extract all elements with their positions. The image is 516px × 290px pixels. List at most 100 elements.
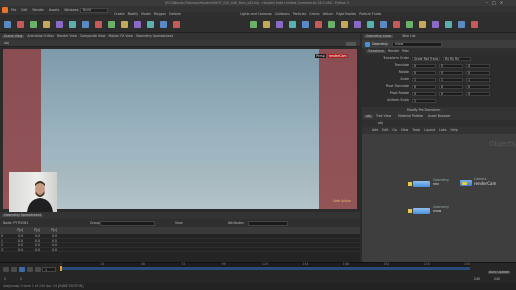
param-field[interactable]: 0 bbox=[412, 91, 436, 96]
tab-motion-fx[interactable]: Motion FX View bbox=[109, 34, 133, 38]
tab-animation-editor[interactable]: Animation Editor bbox=[27, 34, 54, 38]
tab-take-list[interactable]: Take List bbox=[402, 34, 416, 38]
param-field[interactable]: 0 bbox=[439, 70, 463, 75]
shelf-fx-tool-icon[interactable] bbox=[341, 21, 348, 28]
shelf-tool-icon[interactable] bbox=[30, 21, 37, 28]
tab-misc[interactable]: Misc bbox=[402, 49, 409, 53]
node-rain-body[interactable] bbox=[413, 181, 430, 187]
shelf-tab-collisions[interactable]: Collisions bbox=[275, 12, 290, 16]
tab-render-view[interactable]: Render View bbox=[57, 34, 77, 38]
shelf-tool-icon[interactable] bbox=[95, 21, 102, 28]
shelf-tool-icon[interactable] bbox=[134, 21, 141, 28]
shelf-fx-tool-icon[interactable] bbox=[354, 21, 361, 28]
jump-start-icon[interactable] bbox=[3, 267, 9, 272]
camera-menu[interactable]: renderCam bbox=[327, 54, 348, 59]
net-menu-edit[interactable]: Edit bbox=[382, 128, 388, 132]
tab-material-palette[interactable]: Material Palette bbox=[398, 114, 423, 118]
param-field[interactable]: 0 bbox=[466, 63, 490, 68]
range-start-2[interactable]: 1 bbox=[20, 277, 22, 281]
shelf-fx-tool-icon[interactable] bbox=[406, 21, 413, 28]
menu-edit[interactable]: Edit bbox=[21, 8, 27, 12]
shelf-fx-tool-icon[interactable] bbox=[380, 21, 387, 28]
shelf-tab-polygon[interactable]: Polygon bbox=[154, 12, 167, 16]
auto-update-button[interactable]: Auto Update bbox=[488, 270, 510, 275]
tab-render[interactable]: Render bbox=[388, 49, 399, 53]
shelf-tool-icon[interactable] bbox=[43, 21, 50, 28]
node-snow-flag-icon[interactable] bbox=[408, 209, 412, 213]
persp-menu[interactable]: Persp bbox=[315, 54, 326, 59]
tab-obj[interactable]: obj bbox=[364, 114, 373, 119]
attribs-field[interactable] bbox=[248, 220, 288, 226]
menu-windows[interactable]: Windows bbox=[64, 8, 78, 12]
shelf-tab-grains[interactable]: Grains bbox=[309, 12, 319, 16]
tab-geo-spreadsheet[interactable]: Geometry Spreadsheet bbox=[2, 213, 43, 218]
shelf-fx-tool-icon[interactable] bbox=[445, 21, 452, 28]
node-snow-body[interactable] bbox=[413, 208, 430, 214]
param-field[interactable]: 0 bbox=[412, 84, 436, 89]
shelf-fx-tool-icon[interactable] bbox=[276, 21, 283, 28]
group-field[interactable] bbox=[100, 220, 155, 226]
shelf-fx-tool-icon[interactable] bbox=[471, 21, 478, 28]
minimize-icon[interactable]: – bbox=[486, 1, 488, 5]
shelf-tool-icon[interactable] bbox=[4, 21, 11, 28]
param-field[interactable]: 0 bbox=[412, 70, 436, 75]
shelf-tab-model[interactable]: Model bbox=[141, 12, 151, 16]
param-field[interactable]: 0 bbox=[466, 84, 490, 89]
desktop-select[interactable]: Build bbox=[80, 7, 108, 13]
shelf-tool-icon[interactable] bbox=[147, 21, 154, 28]
tab-geometry-spreadsheet[interactable]: Geometry Spreadsheet bbox=[136, 34, 173, 38]
shelf-tab-vellum[interactable]: Vellum bbox=[323, 12, 334, 16]
col-pz[interactable]: P[z] bbox=[51, 228, 68, 232]
jump-end-icon[interactable] bbox=[35, 267, 41, 272]
param-field[interactable]: 1 bbox=[466, 77, 490, 82]
shelf-tool-icon[interactable] bbox=[160, 21, 167, 28]
range-end-2[interactable]: 240 bbox=[494, 277, 500, 281]
shelf-tool-icon[interactable] bbox=[173, 21, 180, 28]
frame-field[interactable]: 1 bbox=[42, 267, 56, 272]
param-field[interactable]: Scale Rot Trans bbox=[412, 56, 440, 61]
play-icon[interactable] bbox=[19, 267, 25, 272]
timeline-range[interactable] bbox=[60, 266, 470, 271]
param-field[interactable]: Rx Ry Rz bbox=[443, 56, 471, 61]
step-back-icon[interactable] bbox=[11, 267, 17, 272]
param-field[interactable]: 1 bbox=[439, 77, 463, 82]
net-menu-view[interactable]: View bbox=[401, 128, 409, 132]
menu-assets[interactable]: Assets bbox=[49, 8, 59, 12]
net-menu-labs[interactable]: Labs bbox=[439, 128, 446, 132]
net-menu-help[interactable]: Help bbox=[450, 128, 457, 132]
menu-file[interactable]: File bbox=[11, 8, 16, 12]
shelf-tab-rigid[interactable]: Rigid Bodies bbox=[336, 12, 356, 16]
node-name-field[interactable]: snow bbox=[392, 41, 442, 47]
shelf-tool-icon[interactable] bbox=[56, 21, 63, 28]
shelf-tool-icon[interactable] bbox=[82, 21, 89, 28]
shelf-fx-tool-icon[interactable] bbox=[419, 21, 426, 28]
shelf-fx-tool-icon[interactable] bbox=[250, 21, 257, 28]
shelf-tool-icon[interactable] bbox=[69, 21, 76, 28]
param-field[interactable]: 1 bbox=[412, 77, 436, 82]
tab-params[interactable]: Geometry snow bbox=[364, 34, 394, 39]
tab-tree-view[interactable]: Tree View bbox=[376, 114, 391, 118]
shelf-fx-tool-icon[interactable] bbox=[432, 21, 439, 28]
range-start[interactable]: 1 bbox=[4, 277, 6, 281]
shelf-tab-lights[interactable]: Lights and Cameras bbox=[240, 12, 272, 16]
net-menu-tools[interactable]: Tools bbox=[412, 128, 420, 132]
param-field[interactable]: 0 bbox=[412, 63, 436, 68]
current-frame-marker[interactable] bbox=[60, 266, 62, 271]
viewport-path[interactable]: obj bbox=[4, 41, 9, 45]
param-field[interactable]: 0 bbox=[466, 70, 490, 75]
range-end[interactable]: 240 bbox=[474, 277, 480, 281]
viewport-menu-icon[interactable] bbox=[346, 41, 356, 46]
shelf-fx-tool-icon[interactable] bbox=[289, 21, 296, 28]
tab-scene-view[interactable]: Scene View bbox=[2, 34, 25, 38]
shelf-fx-tool-icon[interactable] bbox=[393, 21, 400, 28]
menu-render[interactable]: Render bbox=[33, 8, 44, 12]
net-menu-layout[interactable]: Layout bbox=[424, 128, 435, 132]
shelf-tool-icon[interactable] bbox=[121, 21, 128, 28]
node-rain-flag-icon[interactable] bbox=[408, 182, 412, 186]
shelf-tab-create[interactable]: Create bbox=[114, 12, 125, 16]
shelf-fx-tool-icon[interactable] bbox=[367, 21, 374, 28]
shelf-fx-tool-icon[interactable] bbox=[263, 21, 270, 28]
param-field[interactable]: 0 bbox=[439, 63, 463, 68]
net-menu-go[interactable]: Go bbox=[392, 128, 396, 132]
step-forward-icon[interactable] bbox=[27, 267, 33, 272]
